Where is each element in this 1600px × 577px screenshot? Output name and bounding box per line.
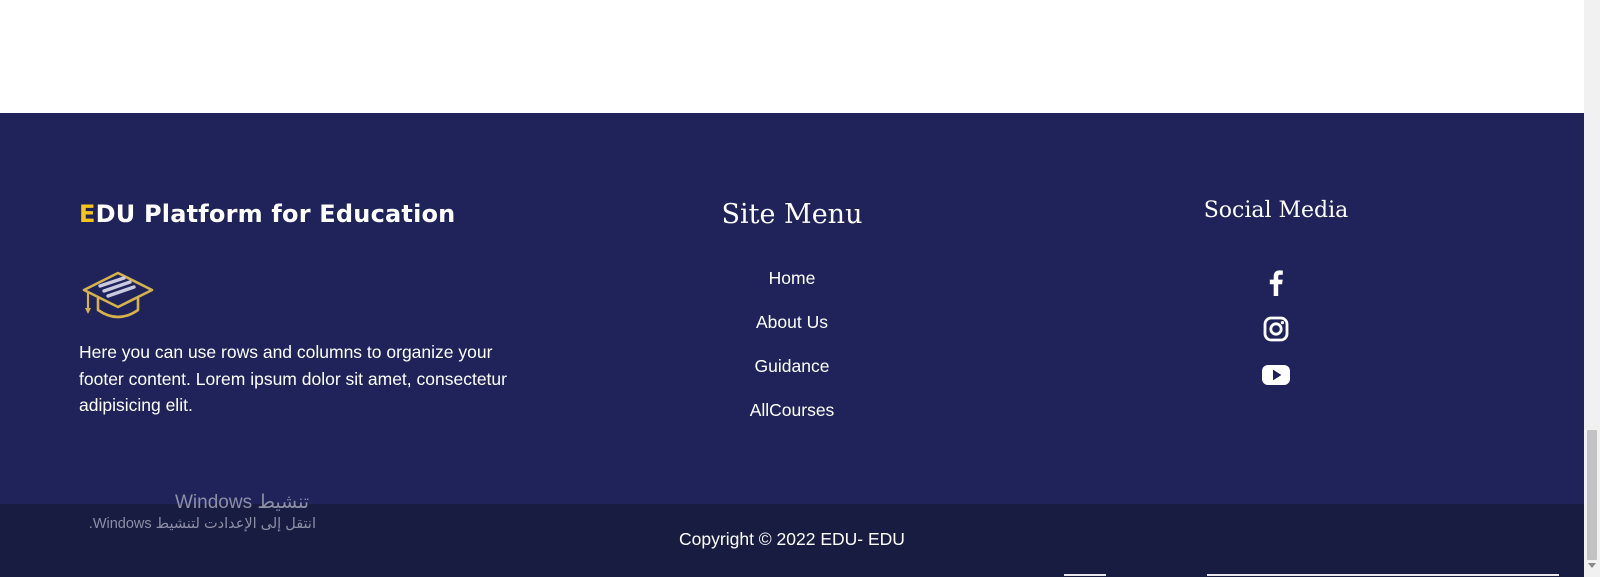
brand-title-rest: DU Platform for Education bbox=[95, 200, 456, 228]
site-menu-link-home[interactable]: Home bbox=[692, 266, 892, 310]
social-media-title: Social Media bbox=[1203, 198, 1349, 223]
youtube-icon[interactable] bbox=[1258, 357, 1294, 393]
site-menu-list: Home About Us Guidance AllCourses bbox=[692, 266, 892, 442]
page-content-area bbox=[0, 0, 1584, 113]
footer-about-text: Here you can use rows and columns to org… bbox=[79, 342, 507, 415]
scrollbar-thumb[interactable] bbox=[1587, 430, 1597, 560]
footer-brand-title: EDU Platform for Education bbox=[79, 200, 455, 228]
brand-accent-letter: E bbox=[79, 200, 96, 228]
site-menu-link-allcourses[interactable]: AllCourses bbox=[692, 398, 892, 442]
windows-activation-subtitle: انتقل إلى الإعدادت لتنشيط Windows. bbox=[88, 516, 316, 532]
windows-activation-title: تنشيط Windows bbox=[175, 492, 310, 513]
graduation-cap-icon bbox=[80, 270, 156, 322]
site-menu-link-about-us[interactable]: About Us bbox=[692, 310, 892, 354]
instagram-icon[interactable] bbox=[1258, 311, 1294, 347]
copyright-text: Copyright © 2022 EDU- EDU bbox=[679, 529, 905, 549]
partial-divider bbox=[1207, 574, 1559, 576]
scroll-down-arrow-icon[interactable] bbox=[1588, 563, 1596, 568]
partial-divider bbox=[1064, 574, 1106, 576]
site-menu-title: Site Menu bbox=[721, 199, 863, 230]
facebook-icon[interactable] bbox=[1258, 265, 1294, 301]
site-menu-link-guidance[interactable]: Guidance bbox=[692, 354, 892, 398]
